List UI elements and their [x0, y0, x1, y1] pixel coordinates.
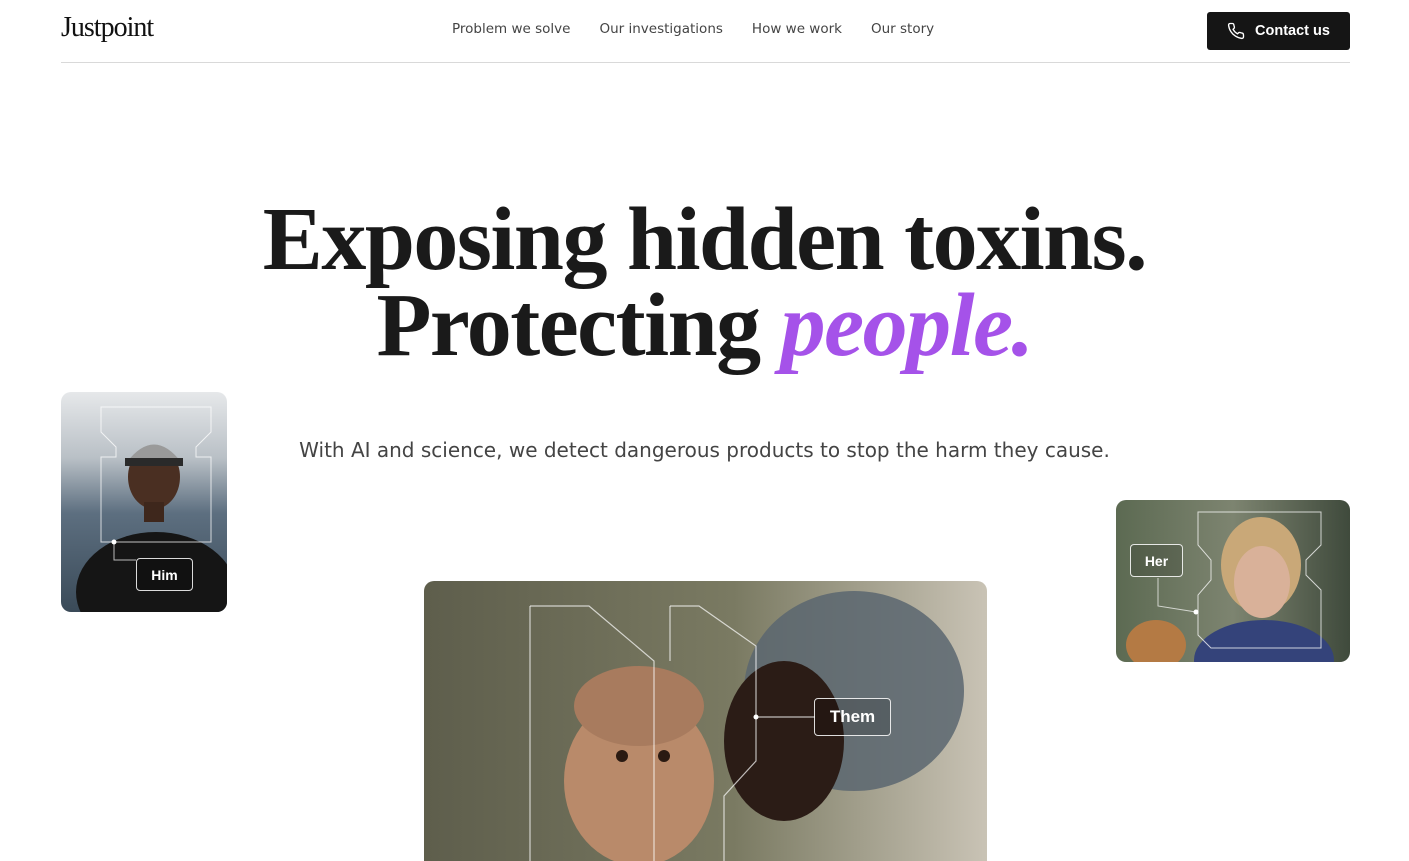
nav-how-we-work[interactable]: How we work: [752, 21, 842, 37]
contact-us-button[interactable]: Contact us: [1207, 12, 1350, 50]
him-tag: Him: [136, 558, 193, 591]
nav-our-story[interactable]: Our story: [871, 21, 934, 37]
hero-headline-line2: Protecting people.: [0, 281, 1409, 371]
nav-problem-we-solve[interactable]: Problem we solve: [452, 21, 570, 37]
hero-headline-line1: Exposing hidden toxins.: [262, 190, 1148, 289]
her-tag: Her: [1130, 544, 1183, 577]
phone-icon: [1227, 22, 1245, 40]
her-photo: [1116, 500, 1350, 662]
her-portrait-card: Her: [1116, 500, 1350, 662]
hero-line2-prefix: Protecting: [376, 276, 781, 375]
hero-line2-accent: people.: [780, 276, 1034, 375]
logo[interactable]: Justpoint: [61, 12, 154, 44]
main-nav: Problem we solve Our investigations How …: [452, 21, 934, 37]
contact-us-label: Contact us: [1255, 23, 1330, 39]
nav-our-investigations[interactable]: Our investigations: [599, 21, 722, 37]
site-header: Justpoint Problem we solve Our investiga…: [61, 0, 1350, 63]
them-photo: [424, 581, 987, 861]
them-portrait-card: Them: [424, 581, 987, 861]
him-portrait-card: Him: [61, 392, 227, 612]
them-tag: Them: [814, 698, 891, 736]
